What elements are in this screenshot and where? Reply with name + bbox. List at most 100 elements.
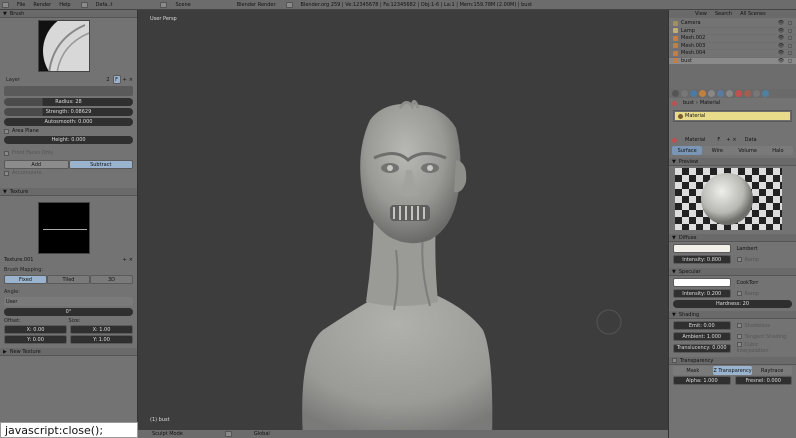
physics-tab-icon[interactable] bbox=[762, 90, 769, 97]
unlink-brush-icon[interactable]: × bbox=[129, 77, 133, 83]
cubic-interpolation-checkbox[interactable] bbox=[736, 342, 742, 347]
diffuse-color-swatch[interactable] bbox=[673, 244, 731, 253]
angle-slider[interactable]: 0° bbox=[4, 308, 133, 316]
scene-tab-icon[interactable] bbox=[681, 90, 688, 97]
shadeless-checkbox[interactable] bbox=[736, 322, 742, 328]
add-brush-icon[interactable]: + bbox=[123, 77, 127, 83]
mapping-tiled-button[interactable]: Tiled bbox=[47, 275, 90, 284]
render-tab-icon[interactable] bbox=[672, 90, 679, 97]
subtract-button[interactable]: Subtract bbox=[68, 160, 133, 169]
visibility-icon[interactable]: 👁 ◻ bbox=[778, 28, 793, 34]
strength-slider[interactable]: Strength: 0.08629 bbox=[4, 108, 133, 116]
modifiers-tab-icon[interactable] bbox=[717, 90, 724, 97]
outliner-item-lamp[interactable]: Lamp 👁 ◻ bbox=[669, 28, 796, 35]
texture-name-field[interactable]: Texture.001 bbox=[4, 257, 121, 263]
material-slot-selected[interactable]: Material bbox=[675, 112, 790, 120]
specular-shader-select[interactable]: CookTorr bbox=[737, 280, 793, 286]
transp-raytrace-button[interactable]: Raytrace bbox=[752, 366, 793, 375]
shading-mode-icon[interactable] bbox=[224, 431, 232, 437]
add-material-icon[interactable]: + bbox=[726, 137, 730, 143]
add-texture-icon[interactable]: + bbox=[123, 257, 127, 263]
visibility-icon[interactable]: 👁 ◻ bbox=[778, 43, 793, 49]
shading-panel-header[interactable]: ▼ Shading bbox=[669, 311, 796, 319]
visibility-icon[interactable]: 👁 ◻ bbox=[778, 35, 793, 41]
specular-ramp-checkbox[interactable] bbox=[736, 290, 742, 296]
material-fake-user[interactable]: F bbox=[717, 137, 720, 143]
visibility-icon[interactable]: 👁 ◻ bbox=[778, 58, 793, 64]
tab-wire[interactable]: Wire bbox=[702, 146, 733, 155]
outliner-item-mesh002[interactable]: Mesh.002 👁 ◻ bbox=[669, 35, 796, 43]
radius-slider[interactable]: Radius: 28 bbox=[4, 98, 133, 106]
brush-preview[interactable] bbox=[38, 20, 90, 72]
render-engine-select[interactable]: Blender Render bbox=[237, 2, 276, 8]
height-slider[interactable]: Height: 0.000 bbox=[4, 136, 133, 144]
visibility-icon[interactable]: 👁 ◻ bbox=[778, 50, 793, 56]
fresnel-slider[interactable]: Fresnel: 0.000 bbox=[734, 376, 792, 385]
outliner-item-mesh004[interactable]: Mesh.004 👁 ◻ bbox=[669, 50, 796, 58]
data-tab-icon[interactable] bbox=[726, 90, 733, 97]
material-tab-icon[interactable] bbox=[735, 90, 742, 97]
outliner-item-bust[interactable]: bust 👁 ◻ bbox=[669, 57, 796, 65]
outliner-item-camera[interactable]: Camera 👁 ◻ bbox=[669, 20, 796, 28]
visibility-icon[interactable]: 👁 ◻ bbox=[778, 20, 793, 26]
tangent-shading-checkbox[interactable] bbox=[736, 333, 742, 339]
particles-tab-icon[interactable] bbox=[753, 90, 760, 97]
texture-preview[interactable] bbox=[38, 202, 90, 254]
menu-file[interactable]: File bbox=[17, 2, 25, 8]
fake-user-button[interactable]: F bbox=[112, 75, 121, 84]
new-texture-panel-header[interactable]: ▶ New Texture bbox=[0, 348, 137, 356]
scene-select[interactable]: Scene bbox=[175, 2, 190, 8]
accumulate-checkbox[interactable] bbox=[4, 170, 9, 176]
transparency-panel-header[interactable]: Transparency bbox=[669, 357, 796, 365]
link-select[interactable]: Data bbox=[745, 137, 757, 143]
brush-panel-header[interactable]: ▼ Brush bbox=[0, 10, 137, 18]
transp-z-button[interactable]: Z Transparency bbox=[712, 366, 753, 375]
diffuse-ramp-checkbox[interactable] bbox=[736, 256, 742, 262]
unlink-texture-icon[interactable]: × bbox=[129, 257, 133, 263]
size-y-field[interactable]: Y: 1.00 bbox=[70, 335, 133, 344]
texture-panel-header[interactable]: ▼ Texture bbox=[0, 188, 137, 196]
constraints-tab-icon[interactable] bbox=[708, 90, 715, 97]
autosmooth-slider[interactable]: Autosmooth: 0.000 bbox=[4, 118, 133, 126]
scene-icon[interactable] bbox=[160, 1, 168, 8]
mapping-fixed-button[interactable]: Fixed bbox=[4, 275, 47, 284]
area-plane-checkbox[interactable] bbox=[4, 128, 9, 134]
hardness-slider[interactable]: Hardness: 20 bbox=[673, 300, 792, 308]
specular-color-swatch[interactable] bbox=[673, 278, 731, 287]
offset-y-field[interactable]: Y: 0.00 bbox=[4, 335, 67, 344]
brush-mode-row[interactable] bbox=[4, 86, 133, 96]
front-faces-checkbox[interactable] bbox=[4, 150, 9, 156]
translucency-slider[interactable]: Translucency: 0.000 bbox=[673, 343, 731, 353]
world-tab-icon[interactable] bbox=[690, 90, 697, 97]
alpha-slider[interactable]: Alpha: 1.000 bbox=[673, 376, 731, 385]
ambient-slider[interactable]: Ambient: 1.000 bbox=[673, 332, 731, 341]
viewport-mode-select[interactable]: Sculpt Mode bbox=[152, 431, 183, 437]
outliner-search-menu[interactable]: Search bbox=[715, 11, 732, 17]
diffuse-panel-header[interactable]: ▼ Diffuse bbox=[669, 234, 796, 242]
material-name-field[interactable]: Material bbox=[685, 137, 705, 143]
preview-panel-header[interactable]: ▼ Preview bbox=[669, 158, 796, 166]
tab-halo[interactable]: Halo bbox=[762, 146, 793, 155]
material-slot-list[interactable]: Material bbox=[673, 110, 792, 122]
3d-viewport[interactable]: User Persp (1) bust bbox=[138, 10, 668, 438]
emit-slider[interactable]: Emit: 0.00 bbox=[673, 321, 731, 330]
specular-panel-header[interactable]: ▼ Specular bbox=[669, 268, 796, 276]
screen-layout-icon[interactable] bbox=[80, 1, 88, 8]
texture-tab-icon[interactable] bbox=[744, 90, 751, 97]
diffuse-shader-select[interactable]: Lambert bbox=[737, 246, 793, 252]
size-x-field[interactable]: X: 1.00 bbox=[70, 325, 133, 334]
menu-render[interactable]: Render bbox=[33, 2, 51, 8]
tab-volume[interactable]: Volume bbox=[732, 146, 763, 155]
offset-x-field[interactable]: X: 0.00 bbox=[4, 325, 67, 334]
outliner-display-select[interactable]: All Scenes bbox=[740, 11, 766, 17]
editor-type-icon[interactable] bbox=[2, 1, 9, 8]
mapping-3d-button[interactable]: 3D bbox=[90, 275, 133, 284]
transp-mask-button[interactable]: Mask bbox=[673, 366, 713, 375]
menu-help[interactable]: Help bbox=[59, 2, 70, 8]
unlink-material-icon[interactable]: × bbox=[732, 137, 736, 143]
screen-layout-select[interactable]: Defa..t bbox=[96, 2, 113, 8]
tab-surface[interactable]: Surface bbox=[672, 146, 703, 155]
specular-intensity-slider[interactable]: Intensity: 0.200 bbox=[673, 289, 731, 298]
transparency-checkbox[interactable] bbox=[672, 358, 677, 363]
object-tab-icon[interactable] bbox=[699, 90, 706, 97]
